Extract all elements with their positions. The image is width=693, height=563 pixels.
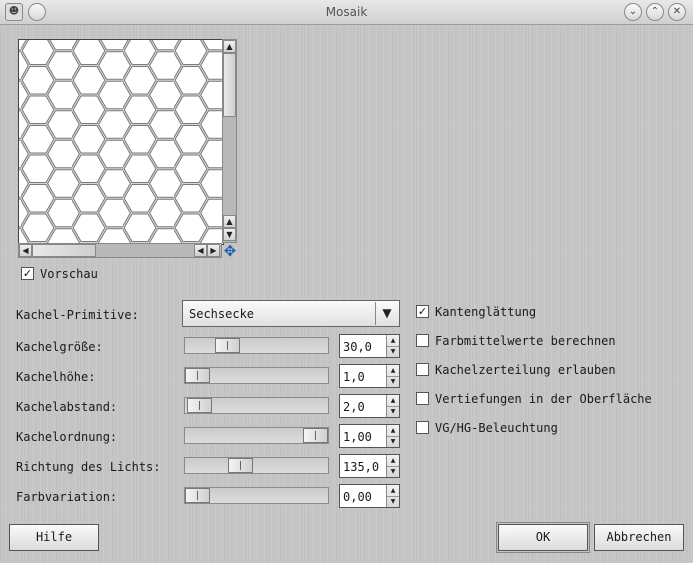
slider-handle[interactable] — [185, 488, 210, 503]
preview-checkbox-label[interactable]: Vorschau — [40, 267, 98, 281]
close-window-icon[interactable]: ✕ — [668, 3, 686, 21]
cancel-button[interactable]: Abbrechen — [594, 524, 684, 551]
color-averaging-checkbox[interactable] — [416, 334, 429, 347]
color-variation-slider[interactable] — [184, 487, 329, 504]
title-bar: ☻ Mosaik ⌄ ⌃ ✕ — [0, 0, 693, 25]
decrement-icon[interactable]: ▼ — [387, 466, 399, 477]
pitted-surfaces-label[interactable]: Vertiefungen in der Oberfläche — [435, 392, 652, 406]
light-direction-spinbutton[interactable]: 135,0 ▲ ▼ — [339, 454, 400, 478]
scroll-left-icon[interactable]: ◀ — [19, 244, 32, 257]
color-variation-spinbutton[interactable]: 0,00 ▲ ▼ — [339, 484, 400, 508]
light-direction-value[interactable]: 135,0 — [343, 460, 379, 474]
decrement-icon[interactable]: ▼ — [387, 496, 399, 507]
allow-tile-splitting-checkbox[interactable] — [416, 363, 429, 376]
tile-size-spinbutton[interactable]: 30,0 ▲ ▼ — [339, 334, 400, 358]
dropdown-arrow-icon[interactable]: ▼ — [375, 302, 398, 325]
fg-bg-lighting-label[interactable]: VG/HG-Beleuchtung — [435, 421, 558, 435]
preview-horizontal-scrollbar[interactable]: ◀ ◀ ▶ — [18, 243, 222, 258]
hexagon-mosaic-preview — [19, 40, 223, 244]
fg-bg-lighting-checkbox[interactable] — [416, 421, 429, 434]
color-variation-value[interactable]: 0,00 — [343, 490, 372, 504]
slider-handle[interactable] — [185, 368, 210, 383]
tile-spacing-slider[interactable] — [184, 397, 329, 414]
allow-tile-splitting-label[interactable]: Kachelzerteilung erlauben — [435, 363, 616, 377]
slider-handle[interactable] — [303, 428, 328, 443]
window-title: Mosaik — [325, 5, 368, 19]
tile-height-spinbutton[interactable]: 1,0 ▲ ▼ — [339, 364, 400, 388]
tile-height-value[interactable]: 1,0 — [343, 370, 365, 384]
tile-height-label: Kachelhöhe: — [16, 370, 96, 384]
shade-window-icon[interactable]: ⌄ — [624, 3, 642, 21]
slider-handle[interactable] — [228, 458, 253, 473]
tile-size-slider[interactable] — [184, 337, 329, 354]
horizontal-scroll-thumb[interactable] — [32, 244, 96, 257]
tile-neatness-label: Kachelordnung: — [16, 430, 118, 444]
decrement-icon[interactable]: ▼ — [387, 436, 399, 447]
vertical-scroll-thumb[interactable] — [223, 53, 236, 117]
light-direction-slider[interactable] — [184, 457, 329, 474]
tile-height-slider[interactable] — [184, 367, 329, 384]
color-variation-label: Farbvariation: — [16, 490, 118, 504]
preview-checkbox[interactable]: ✓ — [21, 267, 34, 280]
tile-neatness-slider[interactable] — [184, 427, 329, 444]
pitted-surfaces-checkbox[interactable] — [416, 392, 429, 405]
decrement-icon[interactable]: ▼ — [387, 376, 399, 387]
tile-neatness-value[interactable]: 1,00 — [343, 430, 372, 444]
help-button[interactable]: Hilfe — [9, 524, 99, 551]
antialiasing-label[interactable]: Kantenglättung — [435, 305, 536, 319]
tile-spacing-value[interactable]: 2,0 — [343, 400, 365, 414]
ok-button[interactable]: OK — [496, 522, 590, 553]
decrement-icon[interactable]: ▼ — [387, 406, 399, 417]
scroll-right-icon[interactable]: ▶ — [207, 244, 220, 257]
tile-size-value[interactable]: 30,0 — [343, 340, 372, 354]
tile-neatness-spinbutton[interactable]: 1,00 ▲ ▼ — [339, 424, 400, 448]
antialiasing-checkbox[interactable]: ✓ — [416, 305, 429, 318]
preview-canvas[interactable] — [18, 39, 224, 245]
maximize-window-icon[interactable]: ⌃ — [646, 3, 664, 21]
slider-handle[interactable] — [187, 398, 212, 413]
scroll-left-icon[interactable]: ◀ — [194, 244, 207, 257]
tile-primitive-value: Sechsecke — [189, 307, 255, 321]
scroll-down-icon[interactable]: ▼ — [223, 228, 236, 241]
tile-primitive-select[interactable]: Sechsecke ▼ — [182, 300, 400, 327]
tile-primitive-label: Kachel-Primitive: — [16, 308, 139, 322]
navigate-preview-icon[interactable]: ✥ — [222, 243, 238, 259]
tile-spacing-label: Kachelabstand: — [16, 400, 118, 414]
scroll-up-icon[interactable]: ▲ — [223, 40, 236, 53]
color-averaging-label[interactable]: Farbmittelwerte berechnen — [435, 334, 616, 348]
light-direction-label: Richtung des Lichts: — [16, 460, 161, 474]
tile-size-label: Kachelgröße: — [16, 340, 103, 354]
slider-handle[interactable] — [215, 338, 240, 353]
decrement-icon[interactable]: ▼ — [387, 346, 399, 357]
tile-spacing-spinbutton[interactable]: 2,0 ▲ ▼ — [339, 394, 400, 418]
preview-vertical-scrollbar[interactable]: ▲ ▲ ▼ — [222, 39, 237, 243]
scroll-up-icon[interactable]: ▲ — [223, 215, 236, 228]
